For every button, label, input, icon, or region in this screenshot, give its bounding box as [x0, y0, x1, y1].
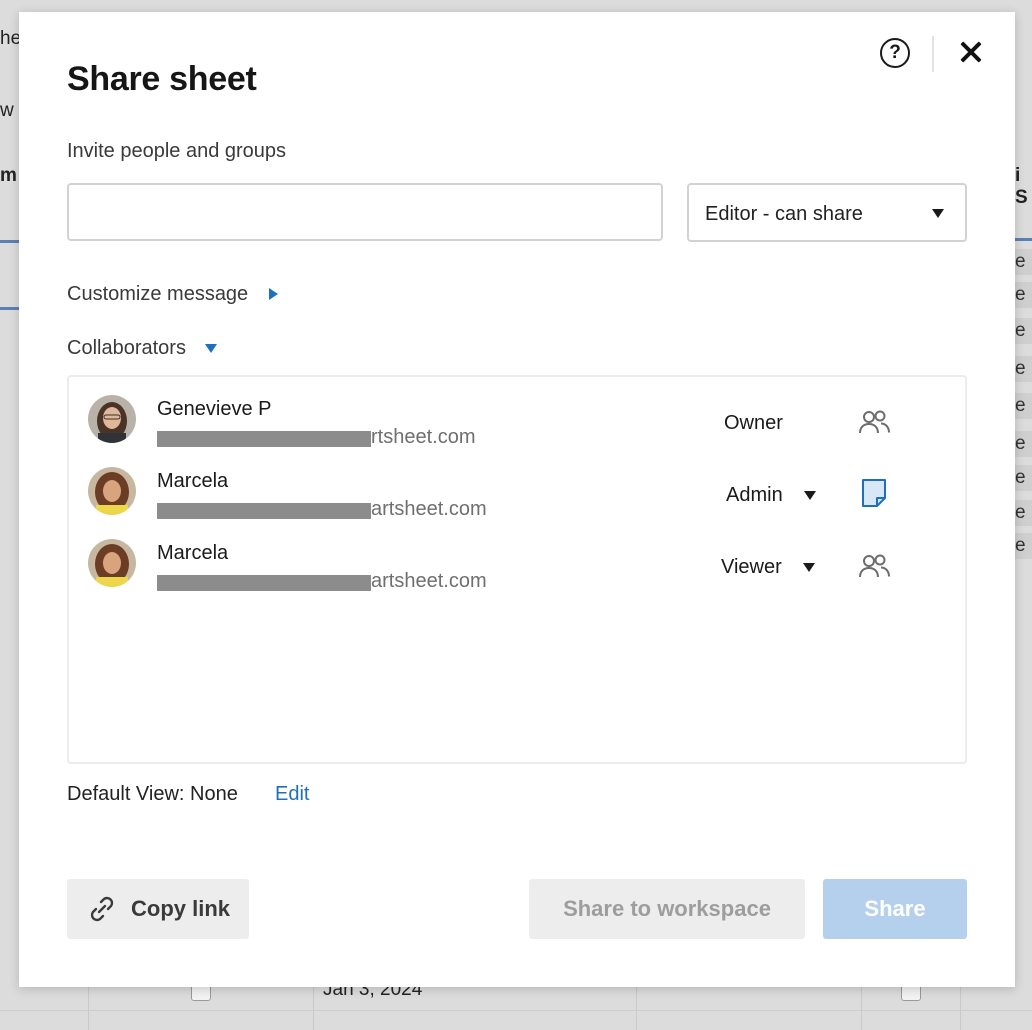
- bg-cell: e: [1012, 356, 1032, 382]
- edit-default-view-link[interactable]: Edit: [275, 783, 309, 806]
- collaborator-name: Marcela: [157, 542, 229, 564]
- permission-value: Editor - can share: [705, 203, 863, 225]
- share-button[interactable]: Share: [823, 879, 967, 939]
- collaborator-name: Marcela: [157, 470, 229, 492]
- caret-down-icon: [205, 344, 217, 353]
- customize-message-toggle[interactable]: Customize message: [67, 283, 278, 306]
- invite-input[interactable]: [67, 183, 663, 241]
- collaborator-role[interactable]: Admin: [726, 484, 783, 507]
- bg-header-underline: [1015, 238, 1032, 241]
- bg-cell: e: [1012, 431, 1032, 457]
- copy-link-label: Copy link: [131, 896, 231, 921]
- chevron-down-icon[interactable]: [804, 491, 816, 500]
- group-icon: [858, 409, 890, 440]
- invite-label: Invite people and groups: [67, 140, 287, 162]
- bg-header-underline: [0, 240, 19, 243]
- bg-cell: e: [1012, 318, 1032, 344]
- avatar: [88, 395, 136, 443]
- header-divider: [932, 36, 934, 72]
- avatar: [88, 539, 136, 587]
- share-to-workspace-button[interactable]: Share to workspace: [529, 879, 805, 939]
- collaborators-label: Collaborators: [67, 337, 186, 359]
- bg-cell: e: [1012, 500, 1032, 526]
- redacted-email: [157, 503, 371, 519]
- close-icon[interactable]: [957, 38, 985, 66]
- collaborator-row: Genevieve P rtsheet.com Owner: [69, 382, 965, 448]
- collaborators-list: Genevieve P rtsheet.com Owner Marcela ar…: [67, 375, 967, 764]
- collaborators-toggle[interactable]: Collaborators: [67, 337, 217, 360]
- group-icon: [858, 553, 890, 584]
- bg-cell: e: [1012, 393, 1032, 419]
- bg-grid-line: [0, 1010, 1032, 1011]
- bg-cell: e: [1012, 533, 1032, 559]
- default-view-text: Default View: None: [67, 783, 238, 805]
- collaborator-email: rtsheet.com: [371, 426, 476, 448]
- customize-message-label: Customize message: [67, 283, 249, 305]
- dialog-title: Share sheet: [67, 60, 257, 98]
- collaborator-row: Marcela artsheet.com Admin: [69, 454, 965, 520]
- share-dialog: Share sheet ? Invite people and groups E…: [19, 12, 1015, 987]
- bg-cell: e: [1012, 465, 1032, 491]
- collaborator-row: Marcela artsheet.com Viewer: [69, 526, 965, 592]
- bg-text-fragment: i S: [1015, 165, 1028, 208]
- collaborator-name: Genevieve P: [157, 398, 272, 420]
- redacted-email: [157, 431, 371, 447]
- redacted-email: [157, 575, 371, 591]
- help-icon[interactable]: ?: [880, 38, 910, 68]
- permission-select[interactable]: Editor - can share: [687, 183, 967, 242]
- link-icon: [86, 893, 118, 930]
- bg-text-fragment: w: [0, 100, 14, 121]
- collaborator-role[interactable]: Viewer: [721, 556, 782, 579]
- collaborator-email: artsheet.com: [371, 498, 487, 520]
- collaborator-email: artsheet.com: [371, 570, 487, 592]
- chevron-down-icon[interactable]: [803, 563, 815, 572]
- chevron-down-icon: [932, 209, 944, 218]
- bg-cell: e: [1012, 249, 1032, 275]
- sheet-icon: [861, 478, 887, 513]
- bg-row-highlight: [0, 307, 19, 310]
- bg-cell: e: [1012, 282, 1032, 308]
- copy-link-button[interactable]: Copy link: [67, 879, 249, 939]
- bg-text-fragment: m: [0, 165, 17, 186]
- bg-text-fragment: he: [0, 28, 22, 49]
- collaborator-role: Owner: [724, 412, 783, 434]
- avatar: [88, 467, 136, 515]
- caret-right-icon: [269, 288, 278, 300]
